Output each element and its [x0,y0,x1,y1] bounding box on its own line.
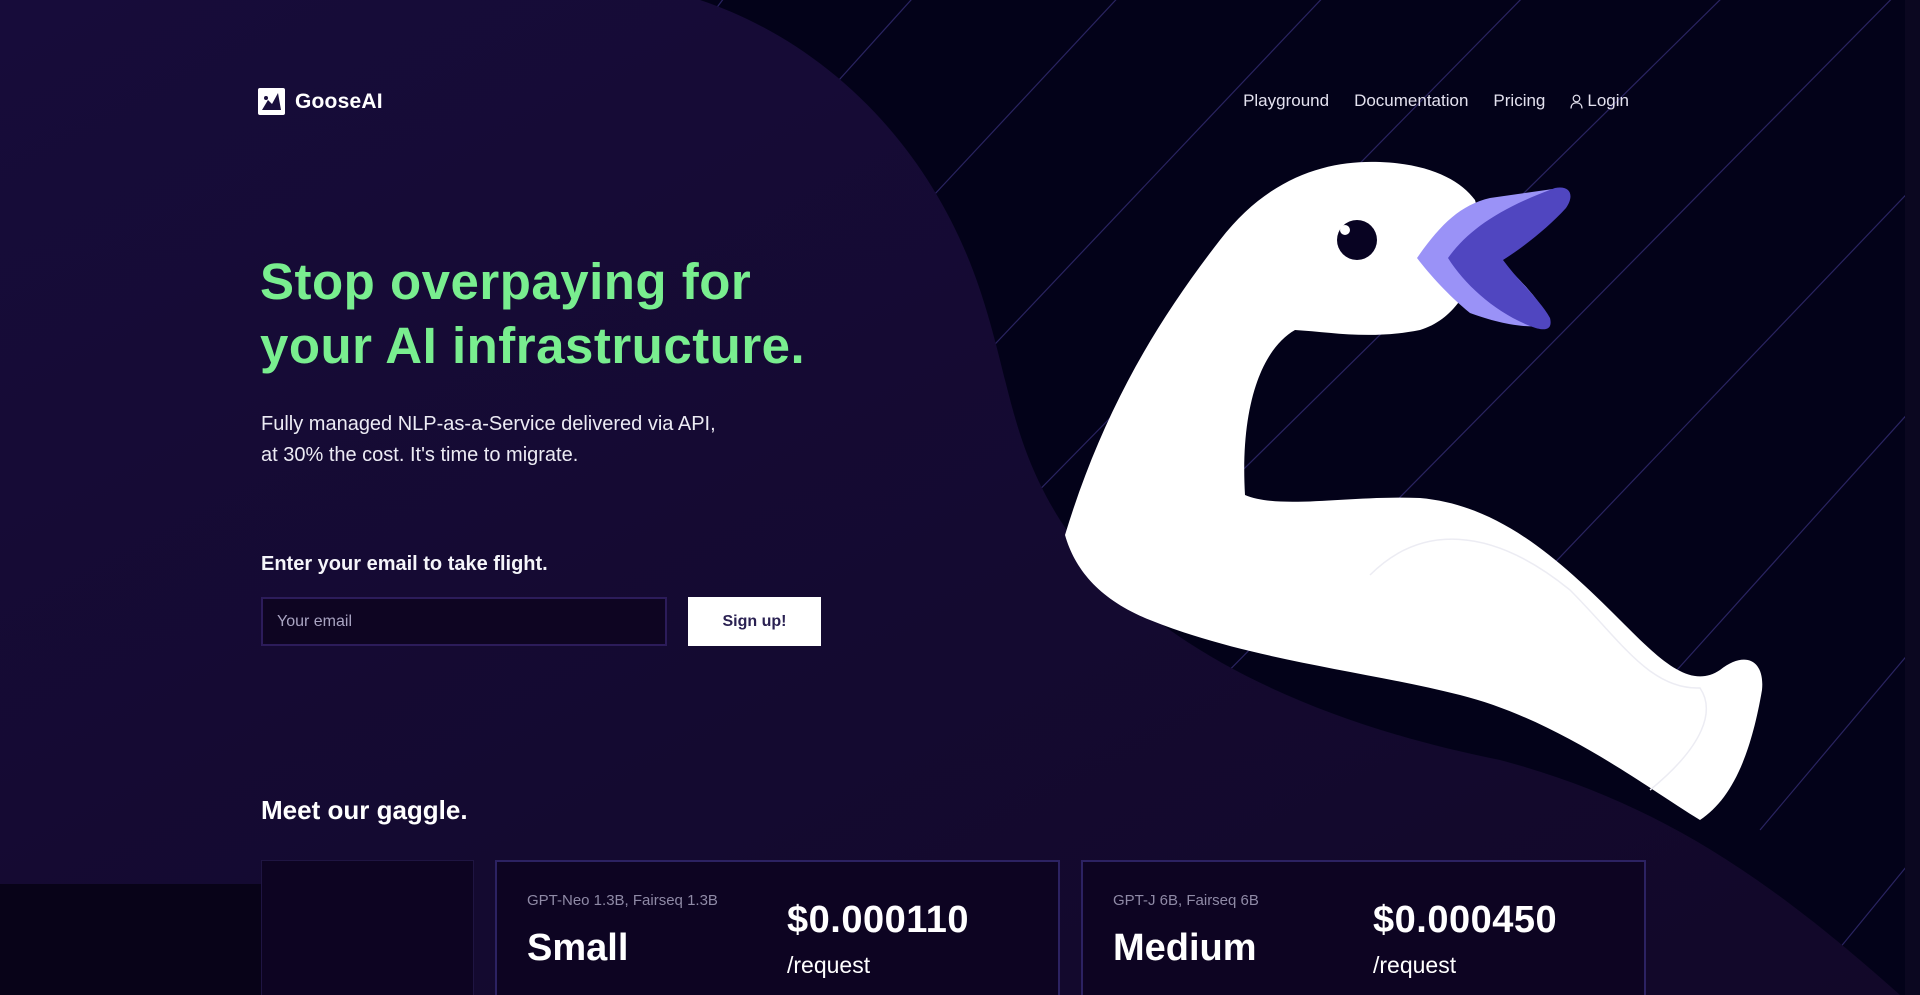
hero-title: Stop overpaying for your AI infrastructu… [260,250,805,378]
hero-subtitle: Fully managed NLP-as-a-Service delivered… [261,409,716,471]
nav-playground-label: Playground [1243,91,1330,110]
card-tier: Medium [1113,927,1257,969]
hero-subtitle-line-2: at 30% the cost. It's time to migrate. [261,444,579,466]
brand-logo[interactable]: GooseAI [258,88,383,115]
user-icon [1570,94,1583,109]
goose-logo-icon [258,88,285,115]
nav-links: Playground Documentation Pricing Login [1243,91,1629,111]
card-models: GPT-J 6B, Fairseq 6B [1113,892,1259,909]
hero-subtitle-line-1: Fully managed NLP-as-a-Service delivered… [261,413,716,435]
pricing-card-small[interactable]: GPT-Neo 1.3B, Fairseq 1.3B Small $0.0001… [495,860,1060,995]
gaggle-section-title: Meet our gaggle. [261,795,468,825]
nav-documentation-label: Documentation [1354,91,1469,110]
card-price-unit: /request [1373,952,1457,978]
signup-button[interactable]: Sign up! [688,597,821,646]
signup-label: Enter your email to take flight. [261,553,548,575]
pricing-card-medium[interactable]: GPT-J 6B, Fairseq 6B Medium $0.000450 /r… [1081,860,1646,995]
nav-login-label: Login [1587,91,1629,110]
nav-pricing-label: Pricing [1493,91,1546,110]
card-models: GPT-Neo 1.3B, Fairseq 1.3B [527,892,718,909]
hero-title-line-2: your AI infrastructure. [260,317,806,374]
card-price: $0.000110 [787,899,970,941]
gaggle-card-placeholder [261,860,474,995]
nav-login-link[interactable]: Login [1570,91,1629,111]
card-price: $0.000450 [1373,899,1558,941]
card-price-unit: /request [787,952,871,978]
brand-name: GooseAI [295,89,383,113]
top-navigation: GooseAI Playground Documentation Pricing… [0,0,1920,205]
nav-documentation-link[interactable]: Documentation [1354,91,1468,111]
card-tier: Small [527,927,629,969]
hero-title-line-1: Stop overpaying for [260,253,752,310]
nav-playground-link[interactable]: Playground [1243,91,1329,111]
email-input[interactable] [261,597,667,646]
nav-pricing-link[interactable]: Pricing [1493,91,1545,111]
